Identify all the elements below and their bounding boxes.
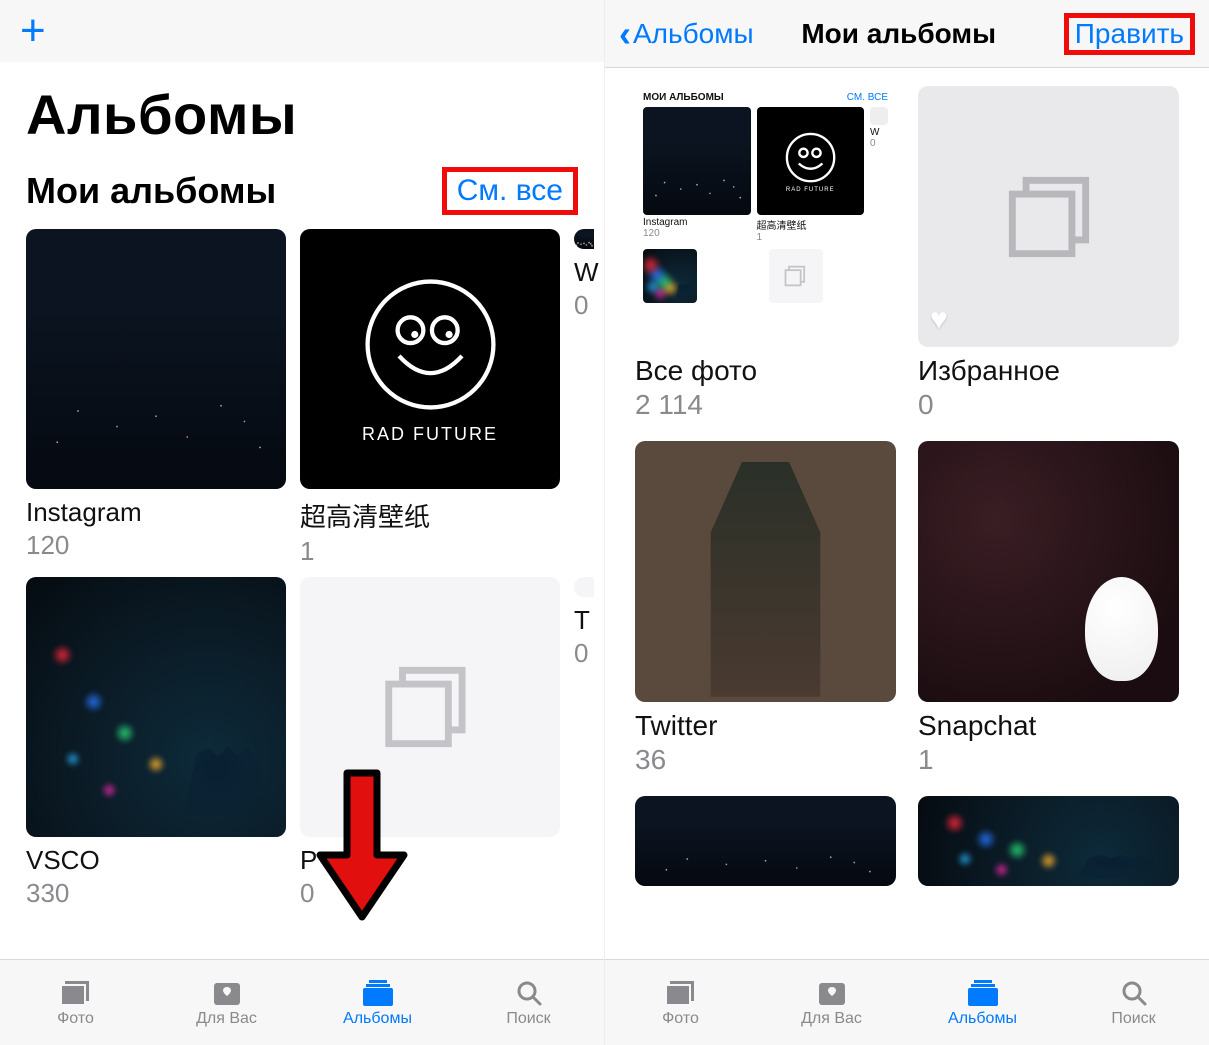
- section-header: Мои альбомы См. все: [0, 167, 604, 229]
- tabbar-left: Фото Для Вас Альбомы Поиск: [0, 959, 604, 1045]
- albums-icon: [964, 978, 1002, 1008]
- tab-photos[interactable]: Фото: [605, 960, 756, 1045]
- see-all-button[interactable]: См. все: [442, 167, 578, 215]
- album-title: T: [574, 605, 594, 636]
- tab-foryou[interactable]: Для Вас: [756, 960, 907, 1045]
- albums-icon: [359, 978, 397, 1008]
- left-topbar: +: [0, 0, 604, 62]
- album-thumbnail: [918, 796, 1179, 886]
- page-title: Альбомы: [0, 62, 604, 167]
- album-title: Snapchat: [918, 710, 1179, 742]
- album-title: 超高清壁纸: [300, 497, 560, 534]
- tab-search[interactable]: Поиск: [453, 960, 604, 1045]
- album-count: 1: [300, 536, 560, 567]
- heart-icon: ♥: [930, 303, 948, 337]
- album-item[interactable]: RAD FUTURE 超高清壁纸 1: [300, 229, 560, 567]
- annotation-arrow-down-icon: [312, 765, 412, 925]
- tab-photos[interactable]: Фото: [0, 960, 151, 1045]
- album-item[interactable]: [635, 796, 896, 886]
- album-thumbnail: [635, 796, 896, 886]
- tab-label: Фото: [662, 1010, 699, 1028]
- album-count: 2 114: [635, 389, 896, 421]
- album-item[interactable]: VSCO 330: [26, 577, 286, 909]
- thumbnail-caption: RAD FUTURE: [362, 424, 498, 445]
- stack-icon: [782, 262, 810, 290]
- tab-label: Поиск: [1111, 1010, 1155, 1028]
- tab-search[interactable]: Поиск: [1058, 960, 1209, 1045]
- tab-albums[interactable]: Альбомы: [907, 960, 1058, 1045]
- album-item-partial[interactable]: W 0: [574, 229, 594, 567]
- album-title: Twitter: [635, 710, 896, 742]
- preview-header-right: СМ. ВСЕ: [847, 92, 888, 103]
- album-thumbnail: [26, 229, 286, 489]
- tab-foryou[interactable]: Для Вас: [151, 960, 302, 1045]
- album-thumbnail: [918, 441, 1179, 702]
- search-icon: [510, 978, 548, 1008]
- album-count: 0: [574, 290, 594, 321]
- album-thumbnail: МОИ АЛЬБОМЫ СМ. ВСЕ Instagram 120: [635, 86, 896, 347]
- albums-scroll[interactable]: МОИ АЛЬБОМЫ СМ. ВСЕ Instagram 120: [605, 68, 1209, 959]
- photos-icon: [57, 978, 95, 1008]
- album-thumbnail: [26, 577, 286, 837]
- tab-label: Альбомы: [343, 1010, 412, 1028]
- foryou-icon: [813, 978, 851, 1008]
- tabbar-right: Фото Для Вас Альбомы Поиск: [605, 959, 1209, 1045]
- albums-grid-left: Instagram 120 RAD FUTURE 超高清壁纸 1 W 0: [0, 229, 604, 909]
- foryou-icon: [208, 978, 246, 1008]
- screen-my-albums: ‹ Альбомы Мои альбомы Править МОИ АЛЬБОМ…: [604, 0, 1209, 1045]
- album-thumbnail: [635, 441, 896, 702]
- edit-button[interactable]: Править: [1064, 13, 1195, 55]
- album-title: VSCO: [26, 845, 286, 876]
- album-title: Избранное: [918, 355, 1179, 387]
- album-item-allphotos[interactable]: МОИ АЛЬБОМЫ СМ. ВСЕ Instagram 120: [635, 86, 896, 421]
- album-count: 330: [26, 878, 286, 909]
- album-item-favorites[interactable]: ♥ Избранное 0: [918, 86, 1179, 421]
- album-count: 36: [635, 744, 896, 776]
- album-title: W: [574, 257, 594, 288]
- tab-label: Поиск: [506, 1010, 550, 1028]
- tab-label: Для Вас: [801, 1010, 862, 1028]
- album-item[interactable]: Snapchat 1: [918, 441, 1179, 776]
- tab-label: Для Вас: [196, 1010, 257, 1028]
- nav-title: Мои альбомы: [734, 18, 1064, 50]
- album-title: Все фото: [635, 355, 896, 387]
- right-navbar: ‹ Альбомы Мои альбомы Править: [605, 0, 1209, 68]
- photos-icon: [662, 978, 700, 1008]
- chevron-left-icon: ‹: [619, 16, 631, 52]
- album-title: Instagram: [26, 497, 286, 528]
- album-thumbnail: [574, 577, 594, 597]
- album-item-partial[interactable]: T 0: [574, 577, 594, 909]
- album-count: 0: [574, 638, 594, 669]
- search-icon: [1115, 978, 1153, 1008]
- tab-label: Альбомы: [948, 1010, 1017, 1028]
- preview-header-left: МОИ АЛЬБОМЫ: [643, 92, 724, 103]
- tab-label: Фото: [57, 1010, 94, 1028]
- album-thumbnail: RAD FUTURE: [300, 229, 560, 489]
- smiley-icon: [359, 273, 502, 416]
- album-count: 0: [918, 389, 1179, 421]
- stack-icon: [375, 652, 485, 762]
- screen-albums-root: + Альбомы Мои альбомы См. все Instagram …: [0, 0, 604, 1045]
- album-thumbnail: [574, 229, 594, 249]
- album-item[interactable]: Instagram 120: [26, 229, 286, 567]
- album-count: 1: [918, 744, 1179, 776]
- add-icon[interactable]: +: [20, 9, 46, 53]
- tab-albums[interactable]: Альбомы: [302, 960, 453, 1045]
- album-item[interactable]: Twitter 36: [635, 441, 896, 776]
- album-item[interactable]: [918, 796, 1179, 886]
- album-count: 120: [26, 530, 286, 561]
- album-thumbnail: ♥: [918, 86, 1179, 347]
- section-title: Мои альбомы: [26, 170, 276, 212]
- albums-grid-right: МОИ АЛЬБОМЫ СМ. ВСЕ Instagram 120: [635, 86, 1179, 886]
- stack-icon: [994, 162, 1104, 272]
